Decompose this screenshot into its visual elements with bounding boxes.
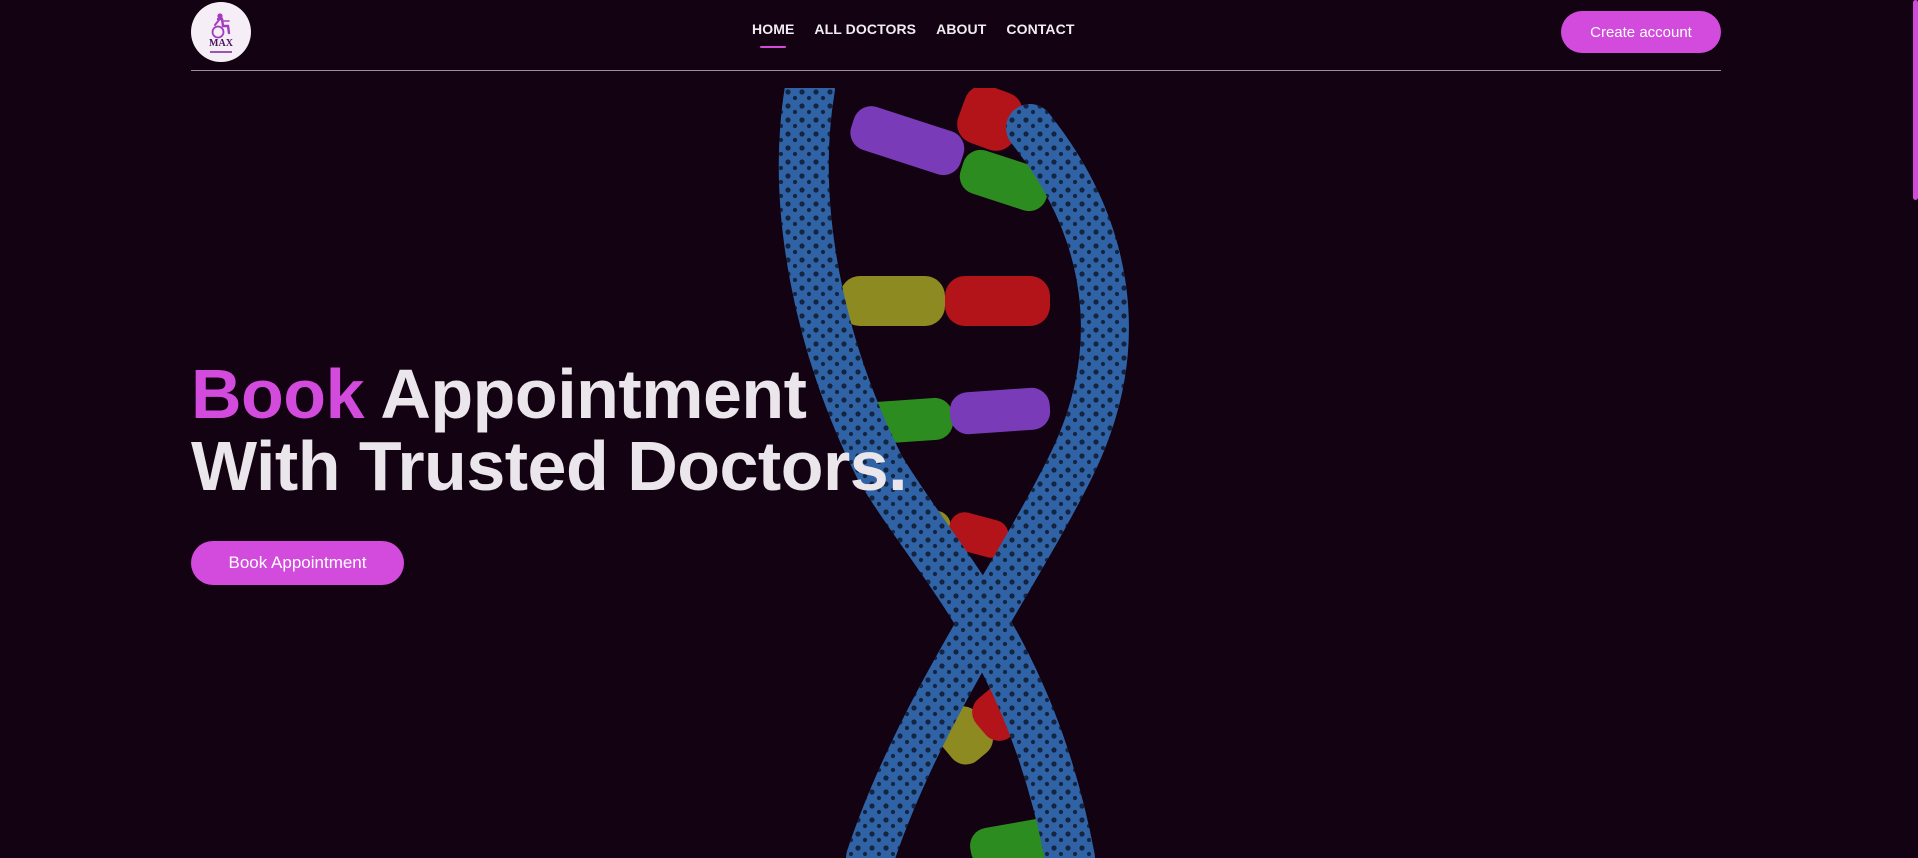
logo-text: MAX bbox=[209, 37, 233, 49]
nav-item-home[interactable]: HOME bbox=[752, 21, 794, 48]
book-appointment-button[interactable]: Book Appointment bbox=[191, 541, 404, 585]
nav-item-contact[interactable]: CONTACT bbox=[1006, 21, 1074, 37]
page: MAX HOME ALL DOCTORS ABOUT CONTACT Creat… bbox=[0, 0, 1918, 858]
hero-title-rest: Appointment bbox=[380, 355, 807, 433]
scrollbar-thumb[interactable] bbox=[1913, 0, 1918, 200]
hero-title-accent: Book bbox=[191, 355, 365, 433]
create-account-button[interactable]: Create account bbox=[1561, 11, 1721, 53]
hero-title-line2: With Trusted Doctors. bbox=[191, 427, 908, 505]
wheelchair-doctor-logo-icon bbox=[211, 12, 231, 38]
nav-item-all-doctors[interactable]: ALL DOCTORS bbox=[814, 21, 916, 37]
main-nav: HOME ALL DOCTORS ABOUT CONTACT bbox=[752, 21, 1075, 48]
nav-item-about[interactable]: ABOUT bbox=[936, 21, 986, 37]
site-header: MAX HOME ALL DOCTORS ABOUT CONTACT Creat… bbox=[191, 0, 1721, 71]
site-logo[interactable]: MAX bbox=[191, 2, 251, 62]
hero-title: Book Appointment With Trusted Doctors. bbox=[191, 355, 908, 505]
logo-tagline-line bbox=[210, 50, 232, 53]
